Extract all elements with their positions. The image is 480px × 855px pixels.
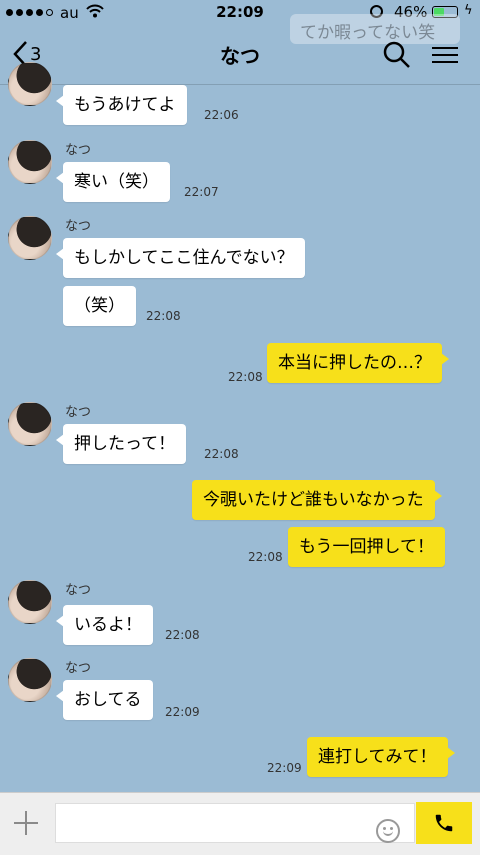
message-input[interactable]	[55, 803, 415, 843]
message-bubble[interactable]: おしてる	[56, 680, 153, 720]
sender-name: なつ	[65, 405, 92, 420]
message-time: 22:07	[184, 185, 219, 199]
search-button[interactable]	[382, 40, 412, 70]
charging-icon: ϟ	[464, 3, 473, 18]
message-bubble[interactable]: 寒い（笑）	[56, 162, 170, 202]
avatar[interactable]	[8, 216, 52, 260]
sender-name: なつ	[65, 219, 92, 234]
phone-icon	[435, 814, 453, 832]
plus-icon[interactable]	[12, 809, 40, 837]
avatar[interactable]	[8, 658, 52, 702]
avatar[interactable]	[8, 402, 52, 446]
sender-name: なつ	[65, 661, 92, 676]
menu-button[interactable]	[430, 42, 460, 68]
top-bar: au 22:09 46% ϟ てか暇ってない笑 3 なつ	[0, 0, 480, 85]
message-bubble[interactable]: いるよ！	[56, 605, 153, 645]
message-time: 22:08	[165, 628, 200, 642]
message-time: 22:08	[248, 550, 283, 564]
message-bubble[interactable]: もうあけてよ	[56, 85, 187, 125]
sender-name: なつ	[65, 583, 92, 598]
message-time: 22:08	[228, 370, 263, 384]
avatar[interactable]	[8, 62, 52, 106]
message-bubble[interactable]: もう一回押して！	[288, 527, 445, 567]
search-icon	[383, 41, 410, 68]
smiley-icon[interactable]	[376, 819, 400, 843]
message-bubble[interactable]: 本当に押したの…？	[267, 343, 449, 383]
message-bubble[interactable]: 連打してみて！	[307, 737, 454, 777]
sender-name: なつ	[65, 143, 92, 158]
message-bubble[interactable]: もしかしてここ住んでない？	[56, 238, 305, 278]
message-bubble[interactable]: 今覗いたけど誰もいなかった	[192, 480, 442, 520]
message-time: 22:08	[146, 309, 181, 323]
avatar[interactable]	[8, 140, 52, 184]
input-bar	[0, 792, 480, 855]
message-bubble[interactable]: 押したって！	[55, 424, 187, 464]
avatar[interactable]	[8, 580, 52, 624]
message-bubble[interactable]: （笑）	[63, 286, 136, 326]
message-time: 22:09	[267, 761, 302, 775]
message-time: 22:08	[204, 447, 239, 461]
call-button[interactable]	[416, 802, 472, 844]
message-time: 22:06	[204, 108, 239, 122]
message-time: 22:09	[165, 705, 200, 719]
